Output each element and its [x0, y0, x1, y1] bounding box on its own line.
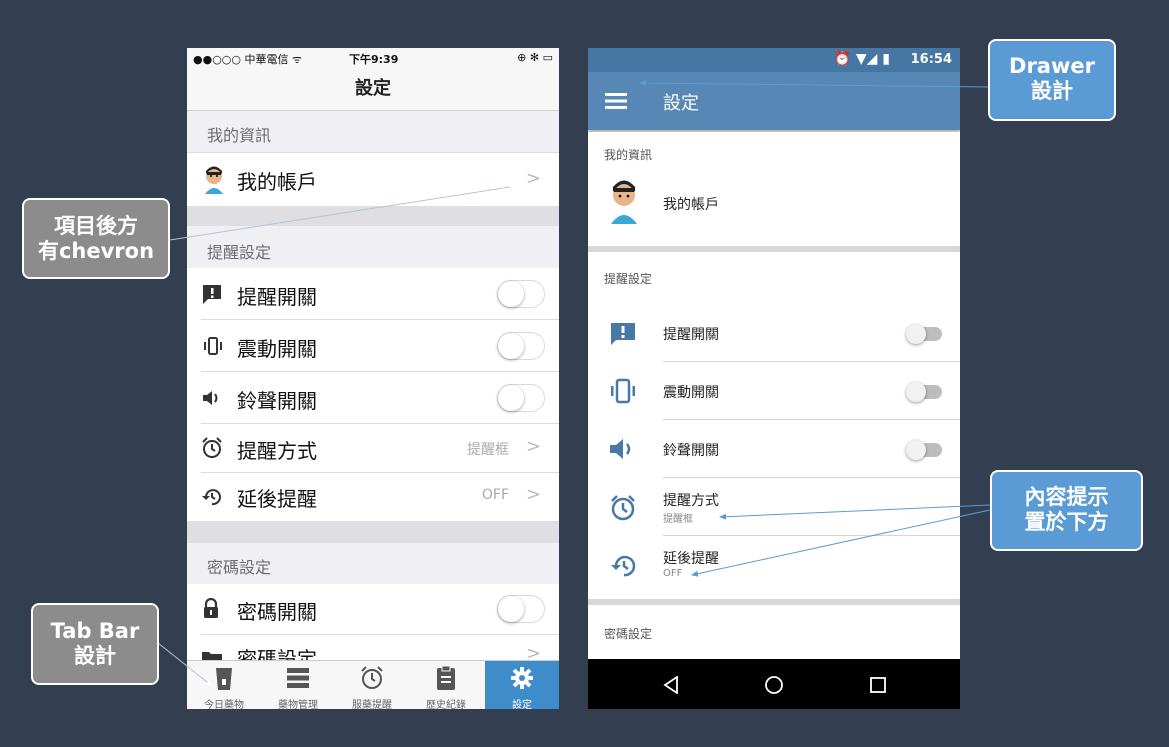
callout-line: 置於下方: [1024, 510, 1109, 534]
callout-line: 設計: [1031, 79, 1073, 103]
callout-line: 項目後方: [54, 214, 138, 238]
callout-line: Drawer: [1009, 54, 1095, 78]
callout-chevron: 項目後方 有chevron: [22, 198, 170, 279]
callout-line: 有chevron: [37, 239, 155, 263]
callout-line: Tab Bar: [50, 619, 140, 643]
callout-content-hint: 內容提示 置於下方: [990, 470, 1143, 551]
callout-line: 內容提示: [1024, 485, 1109, 509]
callout-drawer: Drawer 設計: [988, 39, 1116, 121]
callout-tabbar: Tab Bar 設計: [31, 603, 159, 685]
callout-line: 設計: [74, 644, 116, 668]
